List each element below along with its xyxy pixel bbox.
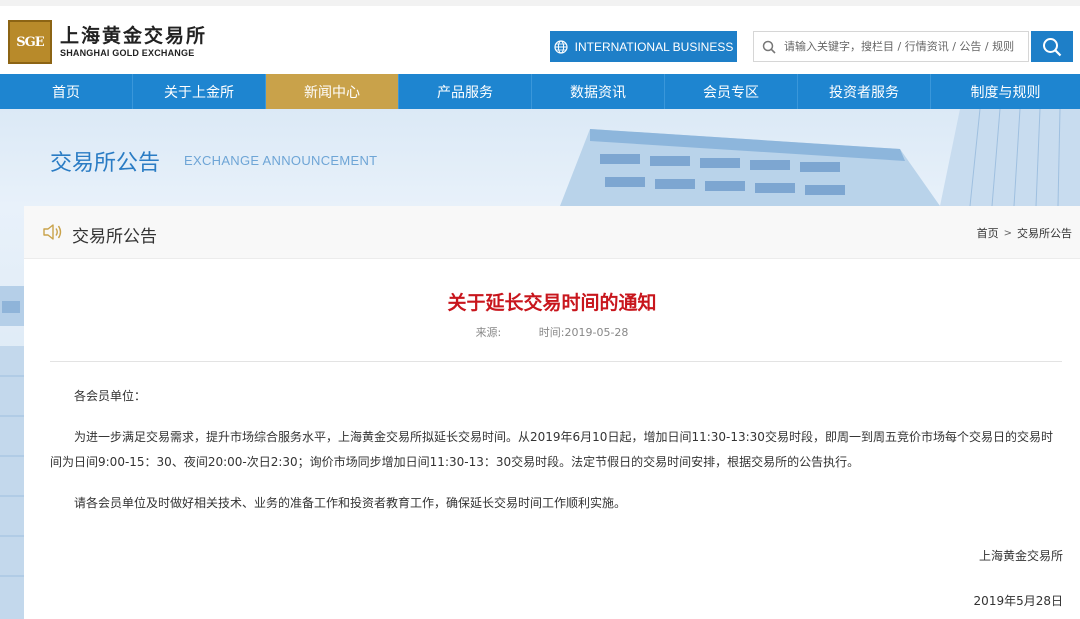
banner-subtitle: EXCHANGE ANNOUNCEMENT xyxy=(184,153,378,168)
international-business-button[interactable]: INTERNATIONAL BUSINESS xyxy=(550,31,737,62)
article-divider xyxy=(50,361,1062,362)
site-logo[interactable]: SGE 上海黄金交易所 SHANGHAI GOLD EXCHANGE xyxy=(8,20,207,64)
article-salutation: 各会员单位： xyxy=(74,389,147,403)
building-illustration xyxy=(560,109,1080,206)
site-header: SGE 上海黄金交易所 SHANGHAI GOLD EXCHANGE INTER… xyxy=(0,0,1080,74)
breadcrumb-separator: > xyxy=(1003,227,1012,239)
side-decoration xyxy=(0,206,24,619)
article-paragraph: 为进一步满足交易需求，提升市场综合服务水平，上海黄金交易所拟延长交易时间。从20… xyxy=(50,430,1053,469)
nav-item-products[interactable]: 产品服务 xyxy=(399,74,532,109)
banner-title: 交易所公告 xyxy=(50,151,161,176)
search-input[interactable] xyxy=(784,40,1022,53)
article-paragraph: 请各会员单位及时做好相关技术、业务的准备工作和投资者教育工作，确保延长交易时间工… xyxy=(74,496,627,510)
article-meta: 来源: 时间:2019-05-28 xyxy=(24,324,1080,340)
globe-icon xyxy=(554,39,568,54)
nav-item-home[interactable]: 首页 xyxy=(0,74,133,109)
panel-title: 交易所公告 xyxy=(72,227,157,247)
nav-item-members[interactable]: 会员专区 xyxy=(665,74,798,109)
search-icon xyxy=(1043,37,1062,56)
search-box xyxy=(753,31,1029,62)
logo-english-name: SHANGHAI GOLD EXCHANGE xyxy=(60,48,195,58)
nav-item-data[interactable]: 数据资讯 xyxy=(532,74,665,109)
article-title: 关于延长交易时间的通知 xyxy=(447,292,657,314)
search-button[interactable] xyxy=(1031,31,1073,62)
international-business-label: INTERNATIONAL BUSINESS xyxy=(574,39,734,54)
logo-text: 上海黄金交易所 SHANGHAI GOLD EXCHANGE xyxy=(60,25,207,59)
panel-header: 交易所公告 首页 > 交易所公告 xyxy=(24,206,1080,259)
nav-item-news[interactable]: 新闻中心 xyxy=(266,74,399,109)
breadcrumb-current-link[interactable]: 交易所公告 xyxy=(1017,225,1072,241)
article-time: 时间:2019-05-28 xyxy=(538,326,629,339)
article-signature: 上海黄金交易所 xyxy=(978,549,1063,563)
breadcrumb-home-link[interactable]: 首页 xyxy=(977,225,999,241)
main-nav: 首页 关于上金所 新闻中心 产品服务 数据资讯 会员专区 投资者服务 制度与规则 xyxy=(0,74,1080,109)
sge-logo-mark-icon: SGE xyxy=(8,20,52,64)
article-body: 各会员单位： 为进一步满足交易需求，提升市场综合服务水平，上海黄金交易所拟延长交… xyxy=(50,384,1064,532)
logo-chinese-name: 上海黄金交易所 xyxy=(60,25,208,47)
nav-item-about[interactable]: 关于上金所 xyxy=(133,74,266,109)
nav-item-rules[interactable]: 制度与规则 xyxy=(931,74,1080,109)
article-source: 来源: xyxy=(475,326,502,339)
speaker-icon xyxy=(42,223,62,245)
nav-item-investor[interactable]: 投资者服务 xyxy=(798,74,931,109)
breadcrumb: 首页 > 交易所公告 xyxy=(977,225,1072,241)
page-banner: 交易所公告 EXCHANGE ANNOUNCEMENT xyxy=(0,109,1080,206)
search-icon xyxy=(754,32,784,61)
content-panel: 交易所公告 首页 > 交易所公告 关于延长交易时间的通知 来源: 时间:2019… xyxy=(24,206,1080,619)
article-date: 2019年5月28日 xyxy=(973,594,1063,608)
